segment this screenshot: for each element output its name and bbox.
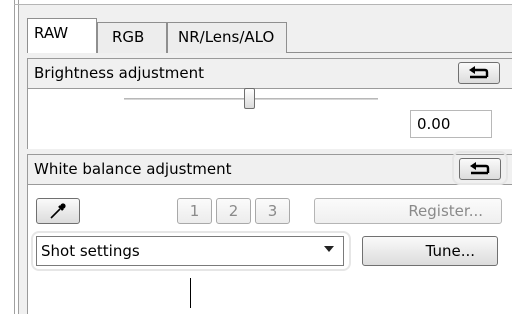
- brightness-section-title: Brightness adjustment: [34, 64, 204, 82]
- register-button-label: Register...: [408, 202, 483, 220]
- tab-raw[interactable]: RAW: [27, 18, 97, 53]
- brightness-reset-button[interactable]: [458, 62, 500, 84]
- brightness-value-field[interactable]: 0.00: [410, 110, 492, 138]
- wb-preset-button-3[interactable]: 3: [255, 198, 290, 224]
- white-balance-section-header: White balance adjustment: [27, 154, 512, 185]
- tab-nr-lens-alo-label: NR/Lens/ALO: [178, 28, 275, 46]
- undo-arrow-icon: [470, 162, 490, 175]
- wb-preset-2-label: 2: [228, 202, 239, 220]
- brightness-value: 0.00: [417, 115, 451, 133]
- tune-button[interactable]: Tune...: [362, 236, 498, 266]
- register-button[interactable]: Register...: [314, 198, 502, 224]
- wb-preset-1-label: 1: [189, 202, 200, 220]
- brightness-section-header: Brightness adjustment: [27, 58, 512, 89]
- white-balance-reset-button[interactable]: [459, 158, 501, 180]
- eyedropper-icon: [50, 203, 66, 219]
- undo-arrow-icon: [469, 66, 489, 79]
- brightness-slider-thumb[interactable]: [244, 88, 255, 109]
- tune-button-label: Tune...: [425, 242, 475, 260]
- eyedropper-button[interactable]: [36, 198, 80, 224]
- wb-preset-3-label: 3: [267, 202, 278, 220]
- tab-rgb-label: RGB: [112, 28, 145, 46]
- white-balance-section-title: White balance adjustment: [34, 160, 232, 178]
- window-border-outer: [14, 0, 15, 314]
- white-balance-selected-value: Shot settings: [41, 242, 140, 260]
- tab-nr-lens-alo[interactable]: NR/Lens/ALO: [167, 22, 287, 53]
- wb-preset-button-2[interactable]: 2: [216, 198, 251, 224]
- text-cursor: [190, 278, 191, 308]
- tab-rgb[interactable]: RGB: [97, 22, 167, 53]
- chevron-down-icon[interactable]: [324, 246, 334, 252]
- white-balance-select[interactable]: Shot settings: [36, 236, 344, 266]
- wb-preset-button-1[interactable]: 1: [177, 198, 212, 224]
- tab-raw-label: RAW: [34, 24, 69, 42]
